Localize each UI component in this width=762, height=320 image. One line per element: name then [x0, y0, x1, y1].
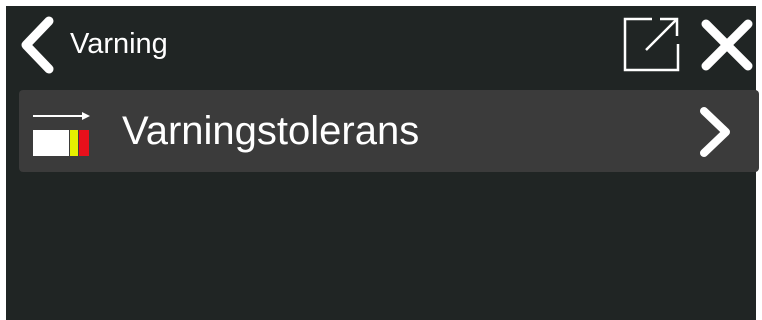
page-title: Varning [70, 28, 168, 60]
chevron-left-icon [21, 16, 54, 74]
chevron-right-icon [695, 106, 735, 158]
external-link-icon [623, 17, 680, 72]
popout-button[interactable] [622, 14, 682, 74]
close-button[interactable] [700, 18, 754, 72]
menu-item-warning-tolerance[interactable]: Varningstolerans [19, 90, 759, 172]
warning-screen: Varning Varningstolerans [6, 6, 759, 320]
menu-item-label: Varningstolerans [122, 109, 420, 153]
close-icon [701, 19, 753, 71]
tolerance-bar-icon [32, 110, 94, 156]
back-button[interactable] [16, 16, 58, 74]
